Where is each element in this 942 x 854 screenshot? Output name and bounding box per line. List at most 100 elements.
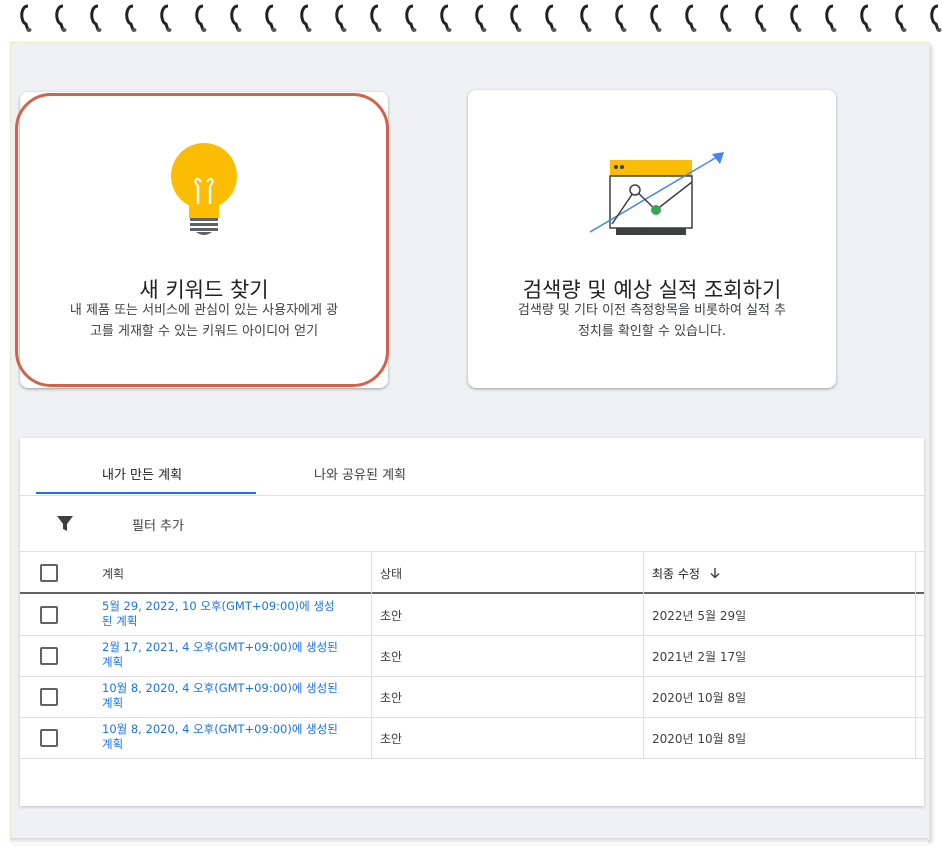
spiral-ring <box>860 4 870 31</box>
spiral-ring <box>615 4 625 31</box>
add-filter-button[interactable]: 필터 추가 <box>132 515 184 534</box>
spiral-hole <box>691 28 697 32</box>
description-line: 고를 게재할 수 있는 키워드 아이디어 얻기 <box>89 324 319 339</box>
spiral-ring <box>475 4 485 31</box>
spiral-hole <box>166 28 172 32</box>
spiral-ring <box>755 4 765 31</box>
forecast-description: 검색량 및 기타 이전 측정항목을 비롯하여 실적 추 정치를 확인할 수 있습… <box>498 300 806 342</box>
column-header-status[interactable]: 상태 <box>380 565 402 582</box>
spiral-ring <box>230 4 240 31</box>
forecast-chart-icon <box>589 152 724 235</box>
spiral-hole <box>656 28 662 32</box>
spiral-hole <box>201 28 207 32</box>
tab-shared-plans[interactable]: 나와 공유된 계획 <box>314 464 406 483</box>
spiral-binding <box>20 4 942 32</box>
spiral-ring <box>55 4 65 31</box>
row-checkbox[interactable] <box>40 647 58 665</box>
description-line: 정치를 확인할 수 있습니다. <box>577 324 727 339</box>
spiral-hole <box>516 28 522 32</box>
spiral-ring <box>545 4 555 31</box>
spiral-ring <box>300 4 310 31</box>
spiral-ring <box>265 4 275 31</box>
plan-name-link[interactable]: 5월 29, 2022, 10 오후(GMT+09:00)에 생성 된 계획 <box>102 599 342 629</box>
select-all-checkbox[interactable] <box>40 564 58 582</box>
spiral-hole <box>341 28 347 32</box>
plan-name-line: 10월 8, 2020, 4 오후(GMT+09:00)에 생성된 <box>102 681 338 695</box>
page-shadow <box>10 838 928 844</box>
table-header-row: 계획 상태 최종 수정 <box>20 552 924 592</box>
spiral-hole <box>586 28 592 32</box>
spiral-ring <box>930 4 940 31</box>
status-cell: 초안 <box>380 691 403 705</box>
spiral-hole <box>271 28 277 32</box>
table-row[interactable]: 10월 8, 2020, 4 오후(GMT+09:00)에 생성된 계획 초안 … <box>20 676 924 718</box>
notebook-frame: 새 키워드 찾기 내 제품 또는 서비스에 관심이 있는 사용자에게 광 고를 … <box>0 0 942 854</box>
spiral-ring <box>195 4 205 31</box>
plan-name-line: 된 계획 <box>102 614 138 628</box>
spiral-ring <box>335 4 345 31</box>
table-row[interactable]: 2월 17, 2021, 4 오후(GMT+09:00)에 생성된 계획 초안 … <box>20 635 924 677</box>
spiral-ring <box>895 4 905 31</box>
row-checkbox[interactable] <box>40 729 58 747</box>
plan-name-link[interactable]: 10월 8, 2020, 4 오후(GMT+09:00)에 생성된 계획 <box>102 722 342 752</box>
spiral-hole <box>481 28 487 32</box>
table-row[interactable]: 10월 8, 2020, 4 오후(GMT+09:00)에 생성된 계획 초안 … <box>20 717 924 759</box>
tab-divider <box>20 495 924 496</box>
spiral-hole <box>306 28 312 32</box>
description-line: 내 제품 또는 서비스에 관심이 있는 사용자에게 광 <box>69 303 339 318</box>
spiral-ring <box>720 4 730 31</box>
spiral-hole <box>621 28 627 32</box>
tab-my-plans[interactable]: 내가 만든 계획 <box>102 464 182 483</box>
spiral-hole <box>376 28 382 32</box>
plan-name-link[interactable]: 2월 17, 2021, 4 오후(GMT+09:00)에 생성된 계획 <box>102 640 342 670</box>
plan-name-line: 2월 17, 2021, 4 오후(GMT+09:00)에 생성된 <box>102 640 338 654</box>
spiral-hole <box>236 28 242 32</box>
spiral-ring <box>650 4 660 31</box>
spiral-hole <box>411 28 417 32</box>
spiral-ring <box>90 4 100 31</box>
lightbulb-icon <box>171 143 237 235</box>
spiral-hole <box>726 28 732 32</box>
spiral-hole <box>866 28 872 32</box>
last-modified-cell: 2021년 2월 17일 <box>652 650 747 664</box>
forecast-card[interactable]: 검색량 및 예상 실적 조회하기 검색량 및 기타 이전 측정항목을 비롯하여 … <box>468 90 836 388</box>
status-cell: 초안 <box>380 650 403 664</box>
spiral-hole <box>446 28 452 32</box>
spiral-ring <box>440 4 450 31</box>
find-keywords-description: 내 제품 또는 서비스에 관심이 있는 사용자에게 광 고를 게재할 수 있는 … <box>50 300 358 342</box>
column-header-last-modified[interactable]: 최종 수정 <box>652 565 722 582</box>
spiral-ring <box>825 4 835 31</box>
spiral-ring <box>405 4 415 31</box>
description-line: 검색량 및 기타 이전 측정항목을 비롯하여 실적 추 <box>517 303 787 318</box>
last-modified-cell: 2020년 10월 8일 <box>652 691 747 705</box>
spiral-hole <box>96 28 102 32</box>
spiral-hole <box>551 28 557 32</box>
row-checkbox[interactable] <box>40 688 58 706</box>
arrow-down-icon <box>710 568 720 579</box>
status-cell: 초안 <box>380 609 403 623</box>
column-header-plan[interactable]: 계획 <box>102 565 124 582</box>
spiral-hole <box>796 28 802 32</box>
row-checkbox[interactable] <box>40 606 58 624</box>
last-modified-cell: 2022년 5월 29일 <box>652 609 747 623</box>
filter-icon[interactable] <box>54 512 76 534</box>
spiral-hole <box>61 28 67 32</box>
spiral-ring <box>160 4 170 31</box>
spiral-ring <box>125 4 135 31</box>
spiral-hole <box>131 28 137 32</box>
plan-name-line: 계획 <box>102 655 124 669</box>
spiral-hole <box>831 28 837 32</box>
spiral-hole <box>936 28 942 32</box>
spiral-ring <box>790 4 800 31</box>
spiral-hole <box>26 28 32 32</box>
spiral-ring <box>510 4 520 31</box>
table-row[interactable]: 5월 29, 2022, 10 오후(GMT+09:00)에 생성 된 계획 초… <box>20 594 924 636</box>
spiral-ring <box>685 4 695 31</box>
spiral-ring <box>580 4 590 31</box>
last-modified-label: 최종 수정 <box>652 567 700 581</box>
plan-name-link[interactable]: 10월 8, 2020, 4 오후(GMT+09:00)에 생성된 계획 <box>102 681 342 711</box>
last-modified-cell: 2020년 10월 8일 <box>652 732 747 746</box>
find-keywords-card[interactable]: 새 키워드 찾기 내 제품 또는 서비스에 관심이 있는 사용자에게 광 고를 … <box>20 92 388 388</box>
plan-name-line: 계획 <box>102 696 124 710</box>
status-cell: 초안 <box>380 732 403 746</box>
